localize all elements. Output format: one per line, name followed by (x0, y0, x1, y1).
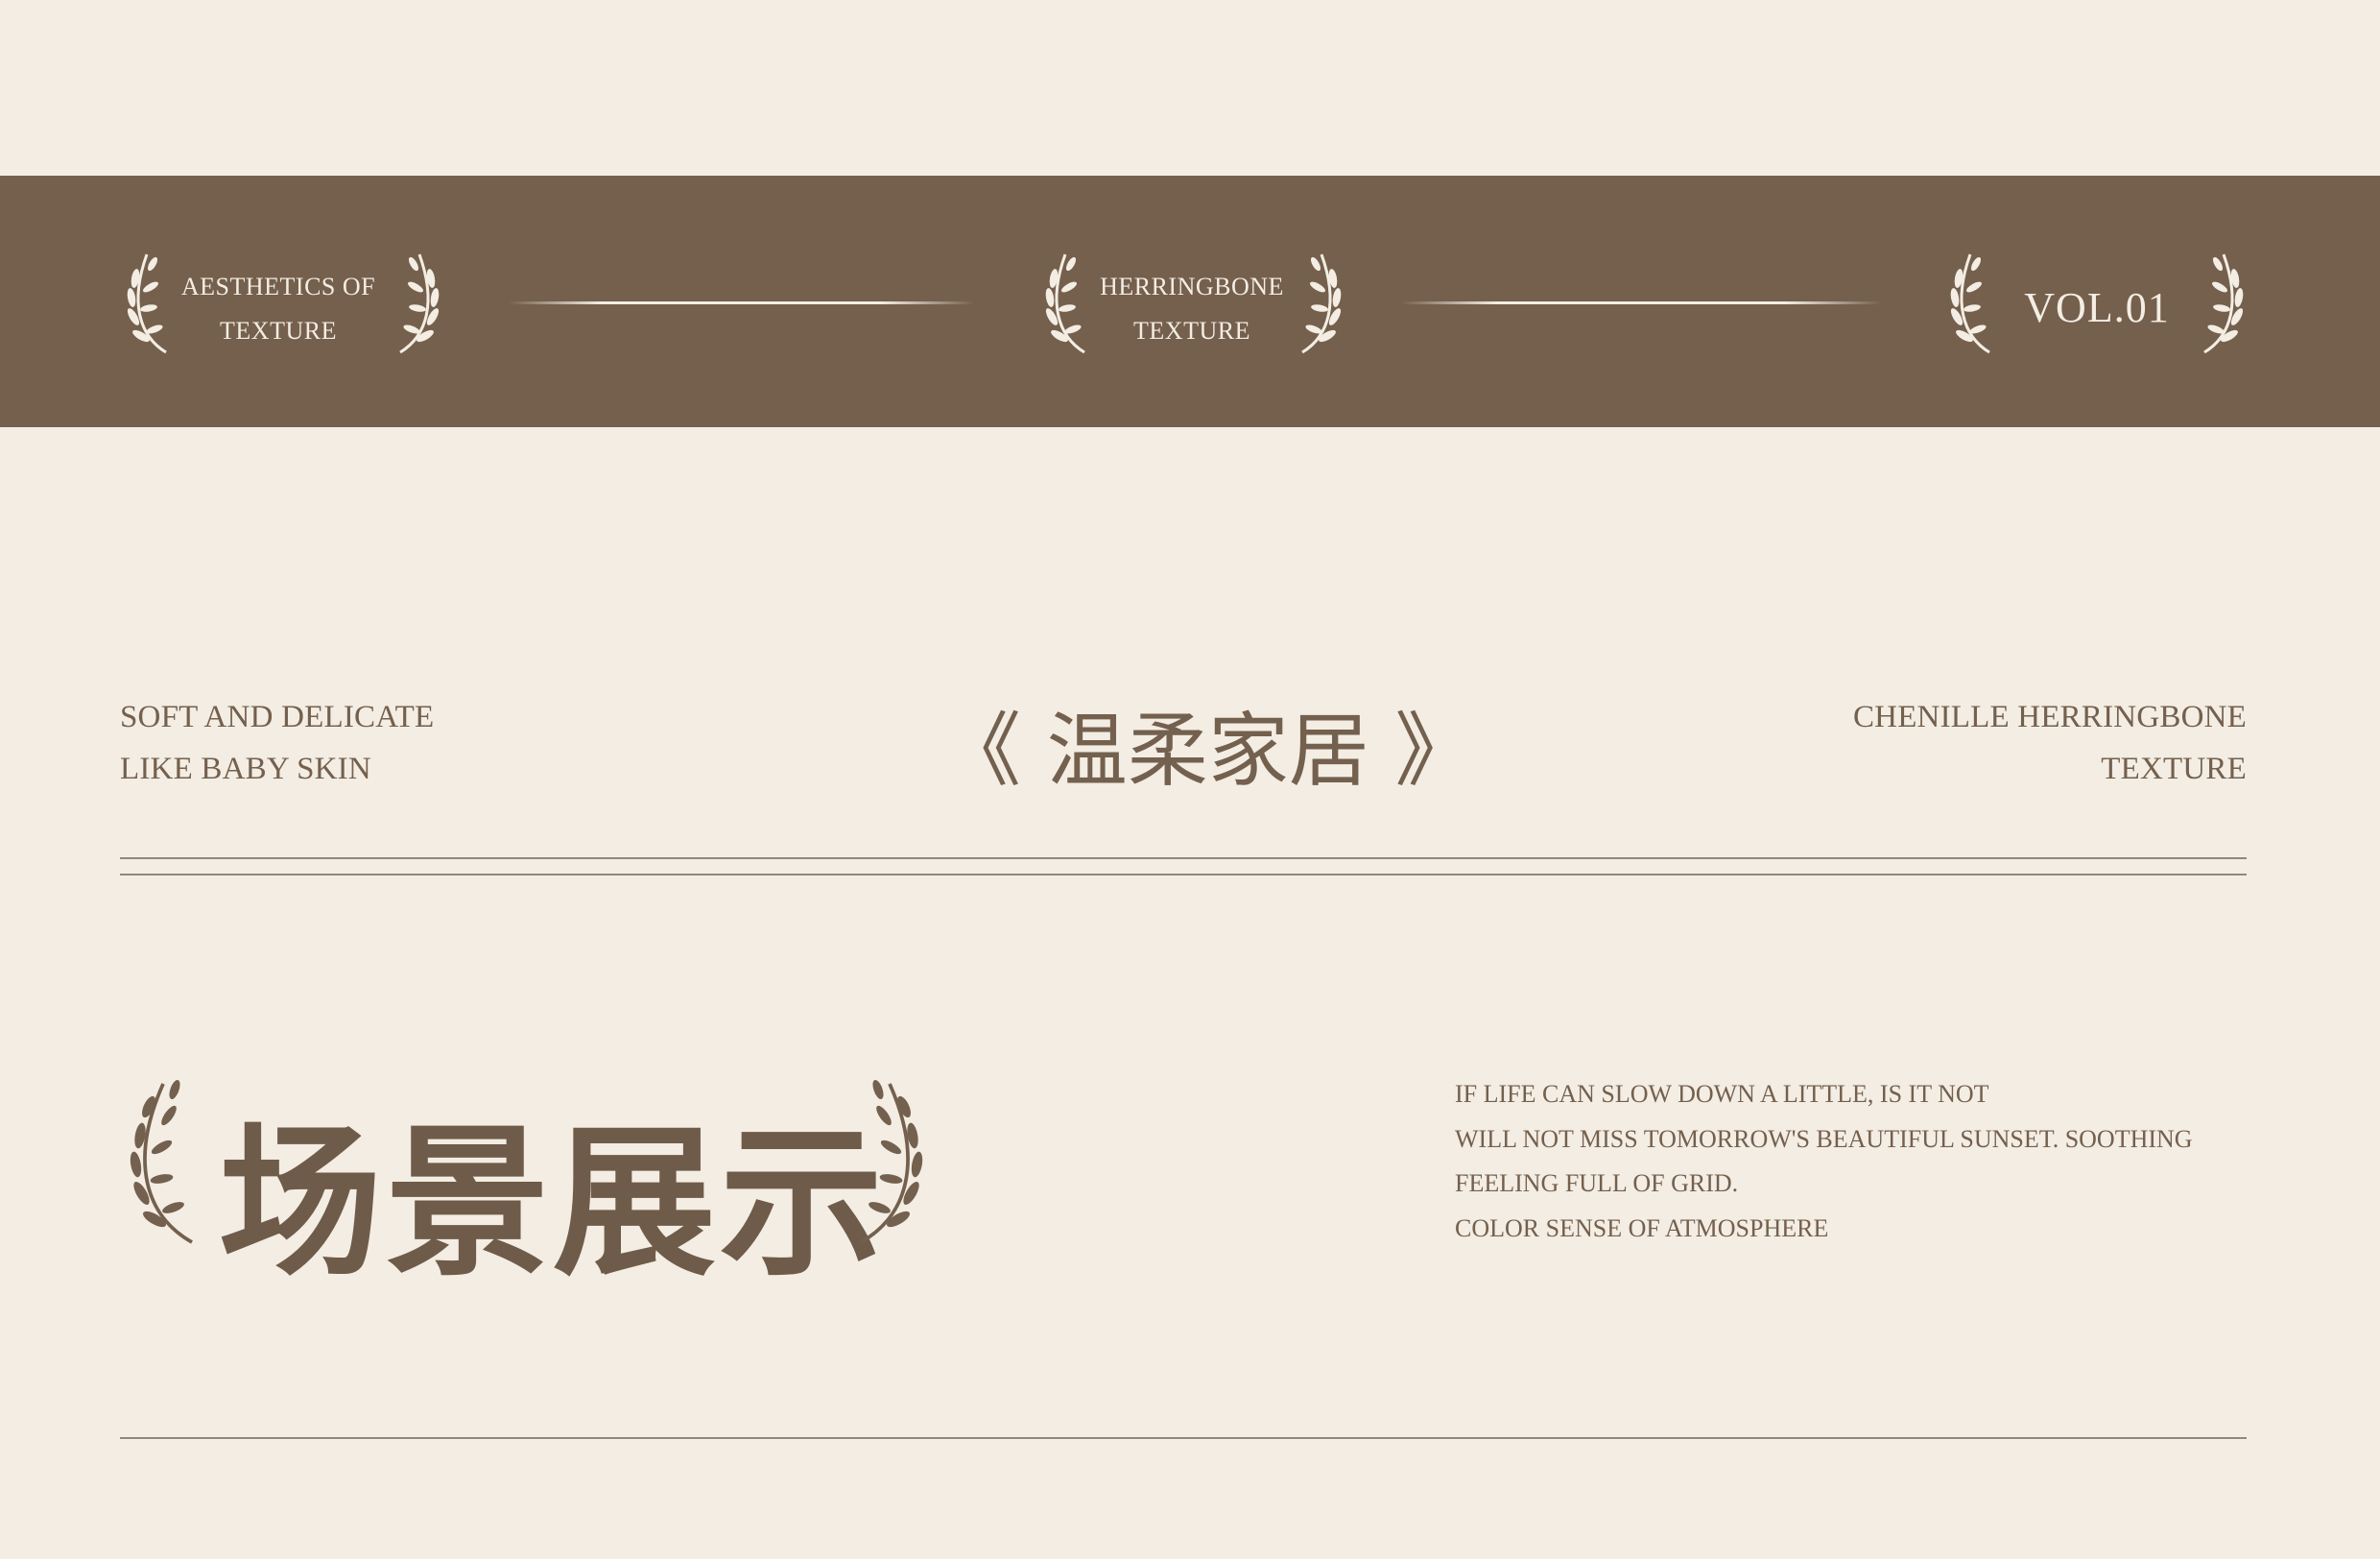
tagline-left-line2: LIKE BABY SKIN (120, 752, 371, 786)
collection-title: 《 温柔家居 》 (940, 704, 1476, 798)
band-center-line2: TEXTURE (1133, 317, 1250, 345)
paragraph-line: WILL NOT MISS TOMORROW'S BEAUTIFUL SUNSE… (1455, 1124, 2193, 1153)
tagline-left: SOFT AND DELICATE LIKE BABY SKIN (120, 691, 434, 795)
divider-double-top (120, 857, 2247, 859)
band-center-line1: HERRINGBONE (1100, 273, 1284, 300)
paragraph-line: IF LIFE CAN SLOW DOWN A LITTLE, IS IT NO… (1455, 1080, 1989, 1108)
paragraph-line: COLOR SENSE OF ATMOSPHERE (1455, 1213, 1829, 1242)
tagline-right: CHENILLE HERRINGBONE TEXTURE (1747, 691, 2247, 795)
band-left-label: AESTHETICS OF TEXTURE (163, 265, 393, 353)
description-paragraph: IF LIFE CAN SLOW DOWN A LITTLE, IS IT NO… (1455, 1072, 2251, 1251)
paragraph-line: FEELING FULL OF GRID. (1455, 1169, 1739, 1197)
laurel-right-icon (2203, 253, 2244, 354)
laurel-left-icon (130, 1080, 193, 1244)
header-band: AESTHETICS OF TEXTURE HERRINGBONE TEXTUR… (0, 176, 2380, 427)
band-volume-label: VOL.01 (2024, 284, 2170, 331)
band-divider-right (1401, 301, 1881, 304)
tagline-right-line2: TEXTURE (2101, 752, 2247, 786)
band-left-line1: AESTHETICS OF (180, 273, 376, 300)
band-divider-left (509, 301, 974, 304)
divider-bottom (120, 1437, 2247, 1439)
laurel-right-icon (399, 253, 440, 354)
laurel-right-icon (860, 1080, 923, 1244)
laurel-right-icon (1301, 253, 1342, 354)
tagline-left-line1: SOFT AND DELICATE (120, 700, 435, 734)
section-title: 场景展示 (219, 1109, 888, 1299)
divider-double-bottom (120, 874, 2247, 875)
band-center-label: HERRINGBONE TEXTURE (1077, 265, 1307, 353)
tagline-right-line1: CHENILLE HERRINGBONE (1852, 700, 2247, 734)
band-left-line2: TEXTURE (220, 317, 337, 345)
laurel-left-icon (1950, 253, 1990, 354)
